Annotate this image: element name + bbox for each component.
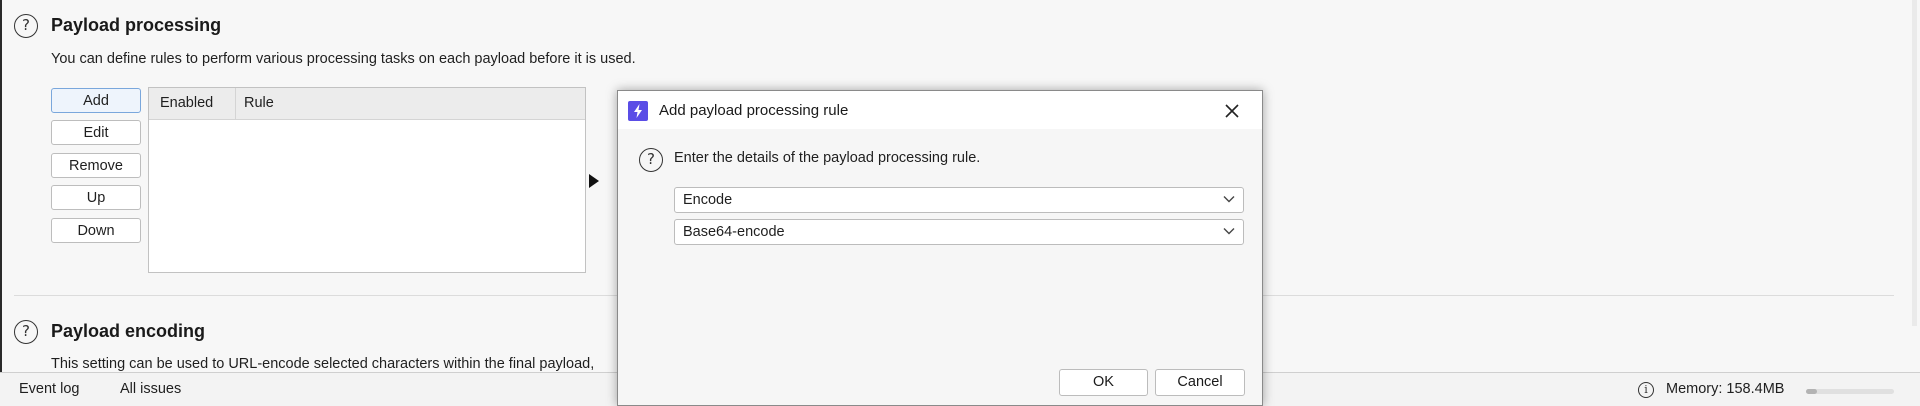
help-icon[interactable]: ?: [639, 148, 663, 172]
edit-button[interactable]: Edit: [51, 120, 141, 145]
chevron-down-icon: [1223, 196, 1235, 203]
payload-processing-description: You can define rules to perform various …: [51, 51, 636, 67]
help-icon[interactable]: ?: [14, 14, 38, 38]
vertical-scrollbar[interactable]: [1912, 0, 1917, 326]
add-button[interactable]: Add: [51, 88, 141, 113]
column-header-enabled[interactable]: Enabled: [149, 88, 236, 119]
cancel-button[interactable]: Cancel: [1155, 369, 1245, 396]
app-logo-icon: [628, 101, 648, 121]
memory-label: Memory: 158.4MB: [1666, 381, 1785, 397]
up-button[interactable]: Up: [51, 185, 141, 210]
encoding-value: Base64-encode: [683, 224, 785, 240]
event-log-tab[interactable]: Event log: [19, 373, 79, 406]
encoding-select[interactable]: Base64-encode: [674, 219, 1244, 245]
help-icon[interactable]: ?: [14, 320, 38, 344]
rule-type-value: Encode: [683, 192, 733, 208]
payload-encoding-title: Payload encoding: [51, 321, 206, 341]
payload-encoding-description: This setting can be used to URL-encode s…: [51, 356, 595, 372]
all-issues-tab[interactable]: All issues: [120, 373, 181, 406]
rules-table[interactable]: Enabled Rule: [148, 87, 586, 273]
chevron-down-icon: [1223, 228, 1235, 235]
rule-type-select[interactable]: Encode: [674, 187, 1244, 213]
add-rule-dialog: Add payload processing rule ? Enter the …: [617, 90, 1263, 406]
dialog-title: Add payload processing rule: [659, 102, 849, 119]
close-icon[interactable]: [1220, 99, 1244, 123]
ok-button[interactable]: OK: [1059, 369, 1148, 396]
expand-arrow-icon[interactable]: [589, 174, 599, 188]
window-edge: [0, 0, 2, 406]
payload-processing-title: Payload processing: [51, 15, 222, 35]
info-icon[interactable]: i: [1638, 382, 1654, 398]
table-header: Enabled Rule: [149, 88, 585, 120]
remove-button[interactable]: Remove: [51, 153, 141, 178]
memory-bar-fill: [1806, 389, 1817, 394]
dialog-description: Enter the details of the payload process…: [674, 150, 981, 166]
memory-bar: [1806, 389, 1894, 394]
dialog-titlebar[interactable]: Add payload processing rule: [618, 91, 1262, 129]
down-button[interactable]: Down: [51, 218, 141, 243]
column-header-rule[interactable]: Rule: [236, 88, 274, 119]
